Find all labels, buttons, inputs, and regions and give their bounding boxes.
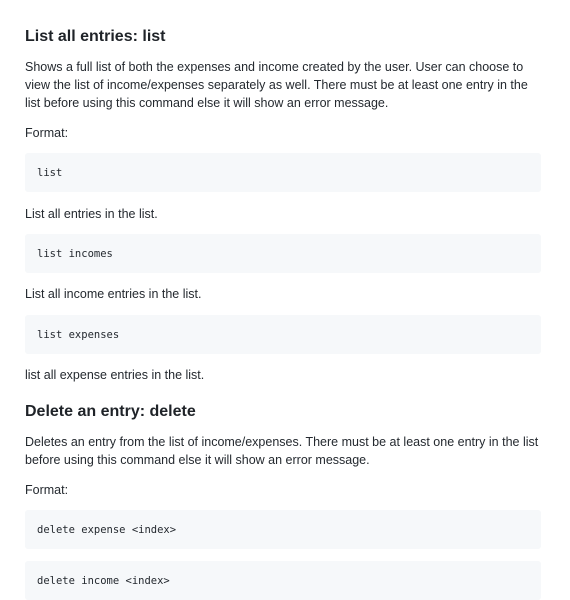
example-caption: List all entries in the list. [25, 207, 158, 221]
code-text: list expenses [37, 328, 120, 341]
example-caption: list all expense entries in the list. [25, 368, 205, 382]
code-text: list [37, 166, 63, 179]
code-block-delete-expense: delete expense <index> [25, 510, 541, 549]
section-heading-delete: Delete an entry: delete [25, 403, 196, 420]
code-text: delete income <index> [37, 574, 170, 587]
code-text: list incomes [37, 247, 113, 260]
format-label-delete: Format: [25, 483, 69, 497]
code-block-list-expenses: list expenses [25, 315, 541, 354]
code-block-list-incomes: list incomes [25, 234, 541, 273]
section-heading-list: List all entries: list [25, 28, 166, 45]
code-text: delete expense <index> [37, 523, 177, 536]
format-label-list: Format: [25, 126, 69, 140]
code-block-list: list [25, 153, 541, 192]
example-caption: List all income entries in the list. [25, 287, 202, 301]
code-block-delete-income: delete income <index> [25, 561, 541, 600]
section-description-list: Shows a full list of both the expenses a… [25, 60, 528, 110]
section-description-delete: Deletes an entry from the list of income… [25, 435, 539, 467]
